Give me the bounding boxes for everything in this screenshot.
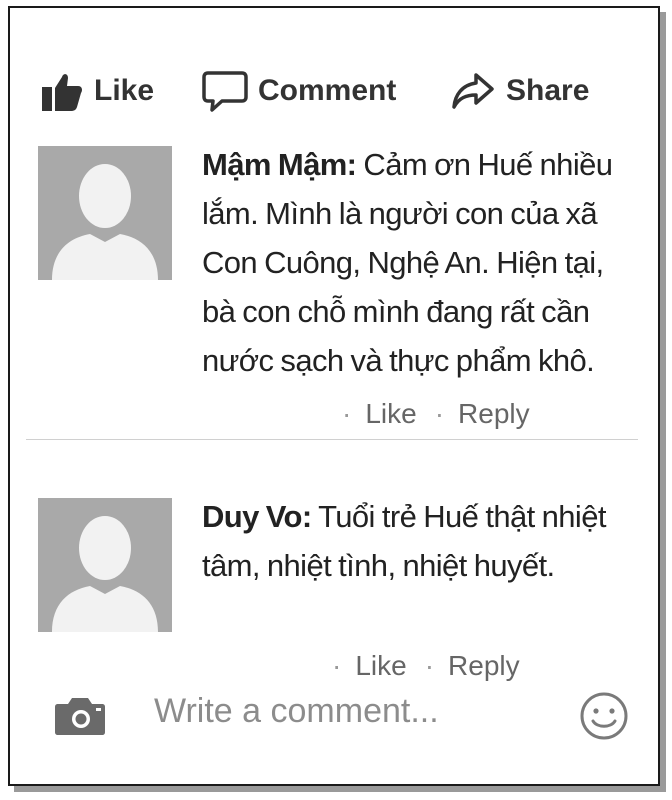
- meta-separator: ·: [332, 650, 342, 681]
- comment-action-label: Comment: [258, 74, 397, 107]
- meta-separator: ·: [424, 650, 435, 681]
- comment-meta: · Like · Reply: [332, 650, 520, 682]
- share-action-label: Share: [506, 74, 590, 107]
- comment-like-link[interactable]: Like: [365, 398, 416, 430]
- comment-body: Mậm Mậm: Cảm ơn Huế nhiều lắm. Mình là n…: [202, 140, 642, 385]
- like-action-button[interactable]: Like: [40, 66, 154, 116]
- post-action-bar: Like Comment Share: [32, 66, 632, 116]
- share-arrow-icon: [450, 69, 496, 113]
- comment-action-button[interactable]: Comment: [202, 66, 396, 116]
- speech-bubble-icon: [202, 69, 248, 113]
- camera-icon[interactable]: [54, 694, 106, 741]
- smiley-icon[interactable]: [578, 690, 630, 747]
- comment-body: Duy Vo: Tuổi trẻ Huế thật nhiệt tâm, nhi…: [202, 492, 642, 590]
- thumbs-up-icon: [40, 69, 84, 113]
- comment-divider: [26, 439, 638, 440]
- share-action-button[interactable]: Share: [450, 66, 589, 116]
- comment-author[interactable]: Duy Vo:: [202, 499, 312, 534]
- default-profile-silhouette-icon: [38, 146, 172, 280]
- avatar[interactable]: [38, 146, 172, 280]
- avatar[interactable]: [38, 498, 172, 632]
- comment-author[interactable]: Mậm Mậm:: [202, 147, 357, 182]
- default-profile-silhouette-icon: [38, 498, 172, 632]
- comment-composer: Write a comment...: [50, 688, 640, 744]
- like-action-label: Like: [94, 74, 155, 107]
- meta-separator: ·: [342, 398, 352, 429]
- comment-reply-link[interactable]: Reply: [458, 398, 530, 430]
- comment-input[interactable]: Write a comment...: [154, 692, 439, 731]
- comment-like-link[interactable]: Like: [355, 650, 406, 682]
- comment-reply-link[interactable]: Reply: [448, 650, 520, 682]
- meta-separator: ·: [434, 398, 445, 429]
- comment-meta: · Like · Reply: [342, 398, 530, 430]
